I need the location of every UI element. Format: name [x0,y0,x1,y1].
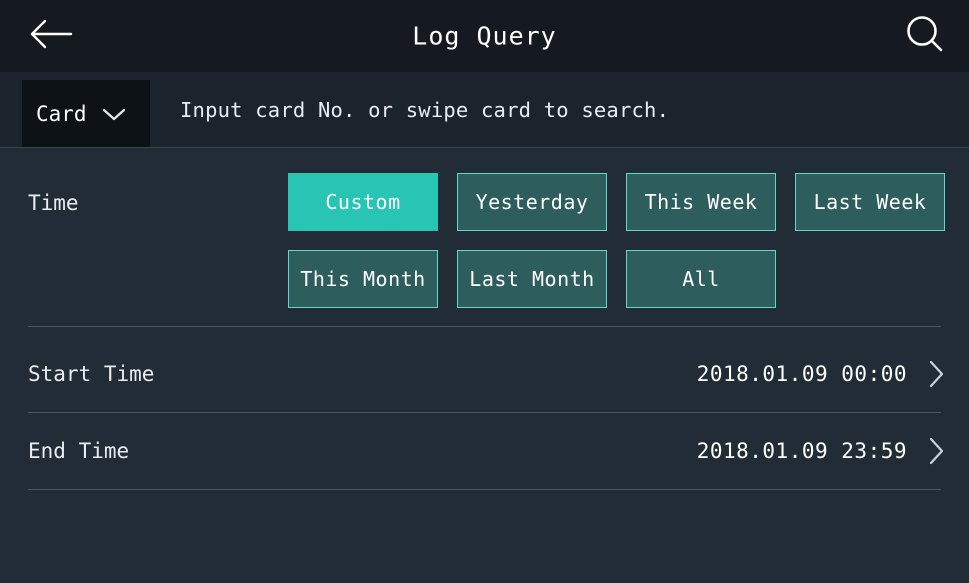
time-preset-row-1: Custom Yesterday This Week Last Week [288,173,948,231]
time-preset-yesterday[interactable]: Yesterday [457,173,607,231]
time-preset-last-month[interactable]: Last Month [457,250,607,308]
chevron-right-icon [923,436,949,466]
time-preset-all[interactable]: All [626,250,776,308]
time-preset-custom[interactable]: Custom [288,173,438,231]
page-title: Log Query [412,21,557,51]
time-filter-section: Time Custom Yesterday This Week Last Wee… [0,155,969,321]
log-query-screen: Log Query Card Input card No. or swipe c… [0,0,969,583]
end-time-row[interactable]: End Time 2018.01.09 23:59 [0,413,969,489]
search-type-dropdown[interactable]: Card [22,80,150,148]
time-preset-this-week[interactable]: This Week [626,173,776,231]
time-preset-last-week[interactable]: Last Week [795,173,945,231]
start-time-row[interactable]: Start Time 2018.01.09 00:00 [0,336,969,412]
search-icon [903,12,947,60]
time-section-label: Time [28,191,79,215]
time-preset-grid: Custom Yesterday This Week Last Week Thi… [288,173,948,327]
search-row: Card Input card No. or swipe card to sea… [0,72,969,148]
start-time-label: Start Time [28,362,155,386]
chevron-down-icon [101,106,127,122]
search-row-divider [0,147,969,148]
search-type-label: Card [36,102,87,126]
search-button[interactable] [899,10,951,62]
chevron-right-icon [923,359,949,389]
end-time-value: 2018.01.09 23:59 [696,439,907,463]
search-input[interactable]: Input card No. or swipe card to search. [180,72,669,148]
time-preset-this-month[interactable]: This Month [288,250,438,308]
header-bar: Log Query [0,0,969,72]
end-time-label: End Time [28,439,130,463]
time-preset-row-2: This Month Last Month All [288,250,948,308]
start-time-value: 2018.01.09 00:00 [696,362,907,386]
divider-below-end-time [28,489,941,490]
divider-above-start-time [28,326,941,327]
